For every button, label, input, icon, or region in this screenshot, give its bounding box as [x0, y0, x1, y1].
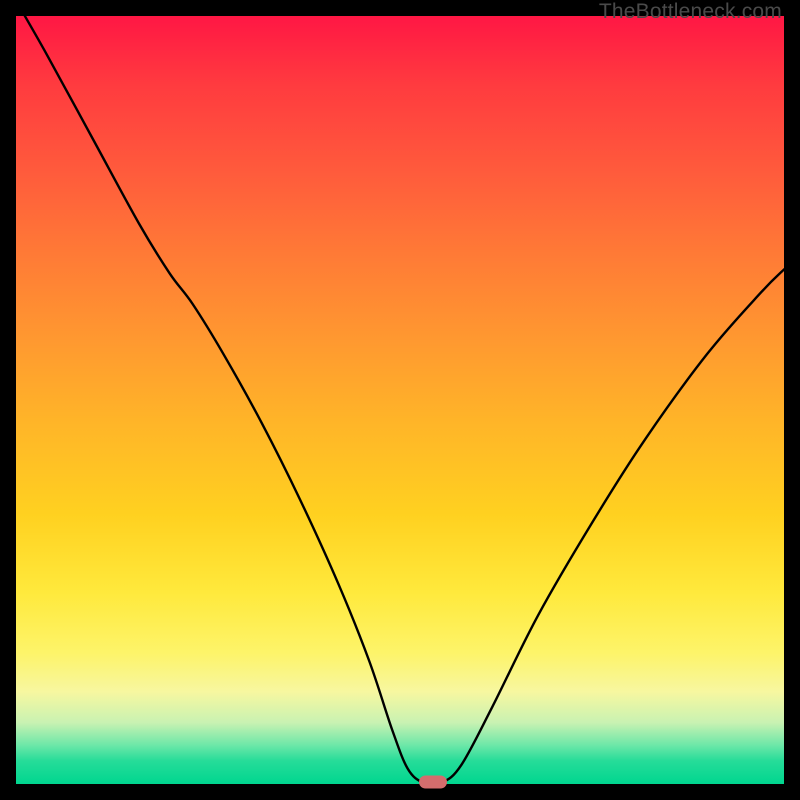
plot-area — [16, 16, 784, 784]
watermark-text: TheBottleneck.com — [599, 0, 782, 24]
chart-frame: TheBottleneck.com — [0, 0, 800, 800]
minimum-marker — [419, 775, 447, 788]
bottleneck-curve — [16, 16, 784, 784]
